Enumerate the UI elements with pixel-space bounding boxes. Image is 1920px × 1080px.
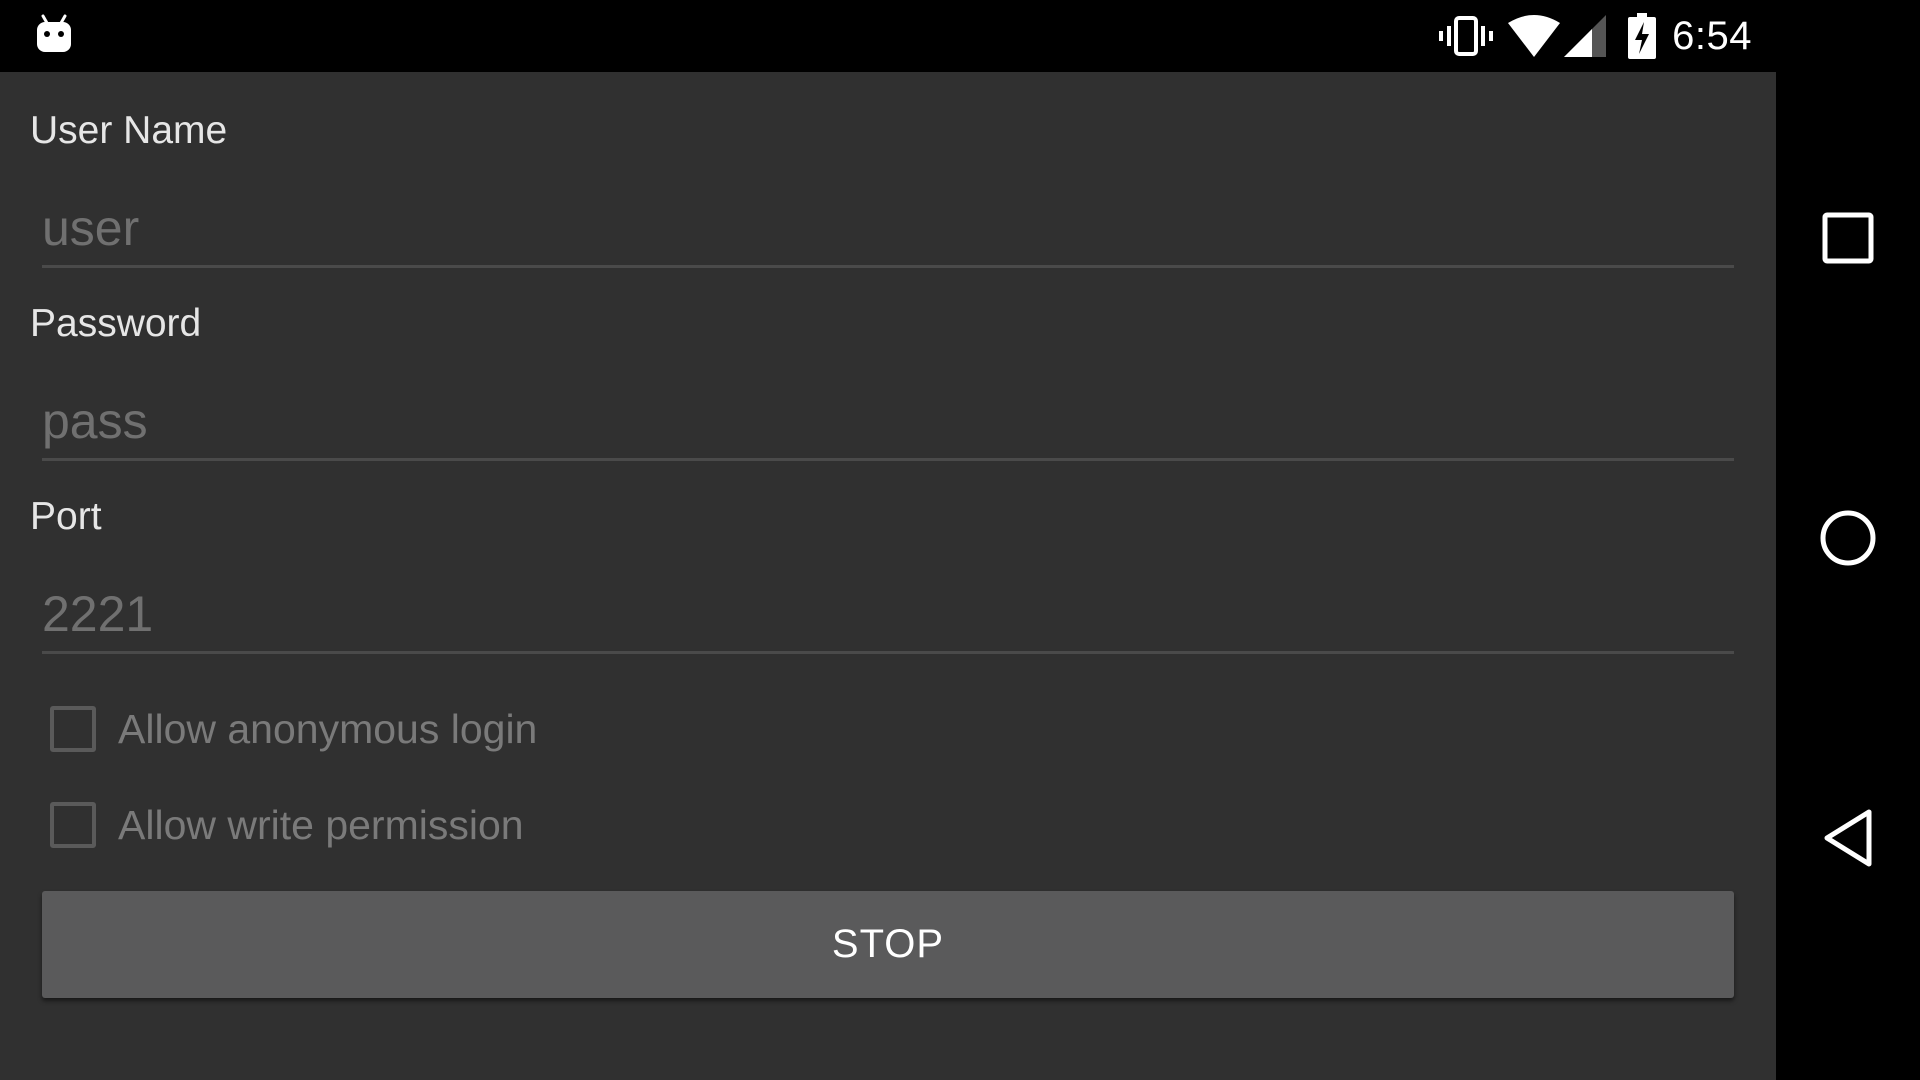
- write-permission-checkbox[interactable]: [50, 802, 96, 848]
- username-input[interactable]: [42, 190, 1734, 268]
- status-bar: 6:54: [0, 0, 1776, 72]
- anonymous-login-row[interactable]: Allow anonymous login: [50, 701, 537, 757]
- recents-icon: [1822, 212, 1874, 269]
- port-input[interactable]: [42, 576, 1734, 654]
- back-icon: [1821, 808, 1875, 873]
- ftp-settings-form: User Name Password Port Allow anonymous …: [0, 72, 1776, 1080]
- battery-charging-icon: [1628, 13, 1657, 59]
- home-button[interactable]: [1806, 498, 1890, 582]
- port-label: Port: [30, 495, 102, 538]
- wifi-icon: [1508, 15, 1561, 57]
- android-notification-icon: [35, 14, 73, 54]
- status-time: 6:54: [1672, 13, 1752, 58]
- write-permission-label: Allow write permission: [118, 801, 524, 848]
- back-button[interactable]: [1806, 798, 1890, 882]
- username-label: User Name: [30, 109, 228, 152]
- cellular-signal-icon: [1564, 15, 1607, 57]
- anonymous-login-label: Allow anonymous login: [118, 705, 538, 752]
- recents-button[interactable]: [1806, 198, 1890, 282]
- stop-button[interactable]: STOP: [42, 891, 1734, 998]
- password-label: Password: [30, 302, 202, 345]
- anonymous-login-checkbox[interactable]: [50, 706, 96, 752]
- write-permission-row[interactable]: Allow write permission: [50, 797, 524, 853]
- password-input[interactable]: [42, 383, 1734, 461]
- home-icon: [1819, 509, 1877, 572]
- vibrate-icon: [1438, 14, 1494, 58]
- navigation-bar: [1776, 0, 1920, 1080]
- status-icons: 6:54: [1424, 0, 1752, 72]
